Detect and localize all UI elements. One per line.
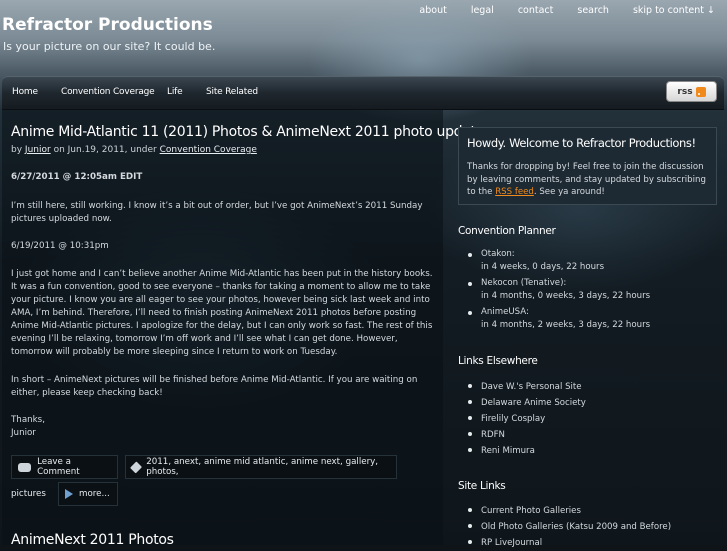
leave-comment-label: Leave a Comment bbox=[37, 457, 80, 477]
tag-icon bbox=[130, 460, 143, 474]
sitelink-item[interactable]: Current Photo Galleries bbox=[468, 503, 718, 519]
link-item[interactable]: Reni Mimura bbox=[468, 443, 718, 459]
leave-comment-button[interactable]: Leave a Comment bbox=[11, 455, 118, 479]
link-item[interactable]: Dave W.'s Personal Site bbox=[468, 379, 718, 395]
more-label: more... bbox=[79, 489, 110, 499]
welcome-title: Howdy. Welcome to Refractor Productions! bbox=[467, 136, 696, 150]
link-item[interactable]: Delaware Anime Society bbox=[468, 395, 718, 411]
post-signoff: Junior bbox=[11, 428, 36, 438]
edit-heading: 6/27/2011 @ 12:05am EDIT bbox=[11, 172, 143, 182]
planner-item: AnimeUSA: in 4 months, 2 weeks, 3 days, 2… bbox=[468, 306, 718, 332]
sitelinks-heading: Site Links bbox=[458, 480, 506, 492]
planner-name: Nekocon (Tenative): bbox=[481, 278, 567, 288]
post-meta: by Junior on Jun.19, 2011, under Convent… bbox=[11, 145, 257, 155]
more-button[interactable]: more... bbox=[58, 482, 118, 506]
author-link[interactable]: Junior bbox=[25, 145, 51, 155]
tags-box: 2011, anext, anime mid atlantic, anime n… bbox=[125, 455, 397, 479]
arrow-right-icon bbox=[65, 489, 73, 499]
rss-feed-link[interactable]: RSS feed bbox=[495, 187, 534, 197]
welcome-box: Howdy. Welcome to Refractor Productions!… bbox=[458, 127, 717, 205]
nav-home[interactable]: Home bbox=[12, 87, 38, 97]
rss-button[interactable]: rss bbox=[666, 81, 717, 102]
link-item[interactable]: Firelily Cosplay bbox=[468, 411, 718, 427]
planner-item: Nekocon (Tenative): in 4 months, 0 weeks,… bbox=[468, 277, 718, 303]
top-link-contact[interactable]: contact bbox=[506, 5, 566, 16]
top-link-skip[interactable]: skip to content ↓ bbox=[621, 5, 727, 16]
next-post-title[interactable]: AnimeNext 2011 Photos bbox=[11, 532, 174, 548]
planner-when: in 4 months, 0 weeks, 3 days, 22 hours bbox=[481, 291, 651, 301]
link-item[interactable]: RDFN bbox=[468, 427, 718, 443]
post-thanks: Thanks, bbox=[11, 415, 45, 425]
planner-name: Otakon: bbox=[481, 249, 515, 259]
nav-convention-coverage[interactable]: Convention Coverage bbox=[61, 87, 155, 97]
planner-when: in 4 months, 2 weeks, 3 days, 22 hours bbox=[481, 320, 651, 330]
planner-heading: Convention Planner bbox=[458, 225, 556, 237]
site-tagline: Is your picture on our site? It could be… bbox=[3, 40, 216, 53]
post-title[interactable]: Anime Mid-Atlantic 11 (2011) Photos & An… bbox=[11, 124, 484, 140]
welcome-text-2: . See ya around! bbox=[533, 187, 605, 197]
edit-body: I’m still here, still working. I know it… bbox=[11, 201, 423, 224]
links-list: Dave W.'s Personal Site Delaware Anime S… bbox=[468, 379, 718, 459]
top-link-legal[interactable]: legal bbox=[459, 5, 506, 16]
top-link-search[interactable]: search bbox=[565, 5, 621, 16]
planner-item: Otakon: in 4 weeks, 0 days, 22 hours bbox=[468, 248, 718, 274]
planner-when: in 4 weeks, 0 days, 22 hours bbox=[481, 262, 605, 272]
nav-life[interactable]: Life bbox=[167, 87, 183, 97]
category-link[interactable]: Convention Coverage bbox=[160, 145, 257, 155]
site-title[interactable]: Refractor Productions bbox=[2, 15, 213, 35]
post-body-1: I just got home and I can’t believe anot… bbox=[11, 269, 433, 357]
rss-icon bbox=[695, 86, 706, 97]
main-nav: Home Convention Coverage Life Site Relat… bbox=[2, 76, 724, 110]
welcome-text: Thanks for dropping by! Feel free to joi… bbox=[467, 161, 712, 199]
meta-date: on Jun.19, 2011, under bbox=[53, 145, 157, 155]
comment-icon bbox=[18, 462, 32, 472]
top-link-about[interactable]: about bbox=[407, 5, 458, 16]
nav-site-related[interactable]: Site Related bbox=[206, 87, 258, 97]
sitelinks-list: Current Photo Galleries Old Photo Galler… bbox=[468, 503, 718, 551]
sitelink-item[interactable]: Old Photo Galleries (Katsu 2009 and Befo… bbox=[468, 519, 718, 535]
meta-by: by bbox=[11, 145, 23, 155]
post-body-2: In short – AnimeNext pictures will be fi… bbox=[11, 375, 418, 398]
planner-name: AnimeUSA: bbox=[481, 307, 529, 317]
top-links: about legal contact search skip to conte… bbox=[407, 5, 727, 16]
tags-continued[interactable]: pictures bbox=[11, 489, 46, 499]
date-line: 6/19/2011 @ 10:31pm bbox=[11, 241, 109, 251]
links-heading: Links Elsewhere bbox=[458, 355, 538, 367]
tags-list[interactable]: 2011, anext, anime mid atlantic, anime n… bbox=[146, 457, 390, 477]
sitelink-item[interactable]: RP LiveJournal bbox=[468, 535, 718, 551]
rss-label: rss bbox=[677, 86, 693, 97]
planner-list: Otakon: in 4 weeks, 0 days, 22 hours Neko… bbox=[468, 248, 718, 332]
